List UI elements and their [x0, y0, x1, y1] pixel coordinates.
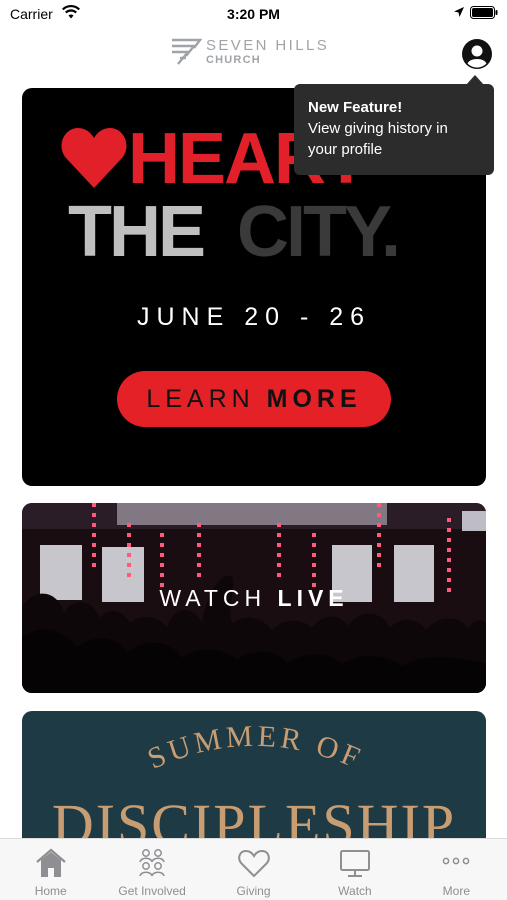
tab-watch[interactable]: Watch	[304, 839, 405, 900]
tooltip-text: View giving history in your profile	[308, 120, 448, 158]
tab-home[interactable]: Home	[0, 839, 101, 900]
tab-label: More	[442, 884, 470, 898]
tab-more[interactable]: More	[406, 839, 507, 900]
heart-icon	[61, 128, 127, 188]
svg-text:SUMMER OF: SUMMER OF	[143, 720, 368, 776]
ellipsis-icon	[442, 857, 470, 865]
brand-logo: SEVEN HILLS CHURCH	[170, 34, 345, 70]
learn-more-button[interactable]: LEARN MORE	[117, 371, 391, 427]
people-icon	[139, 849, 165, 877]
profile-button[interactable]	[462, 39, 492, 69]
stage-light	[92, 503, 96, 573]
tab-label: Watch	[338, 884, 372, 898]
learn-more-bold: MORE	[266, 385, 362, 413]
watch-live-bold: LIVE	[277, 585, 349, 611]
tab-get-involved[interactable]: Get Involved	[101, 839, 202, 900]
stage-screen	[117, 503, 387, 525]
tab-giving[interactable]: Giving	[203, 839, 304, 900]
the-word: THE	[68, 192, 206, 272]
city-word: CITY.	[237, 192, 401, 272]
heart-outline-icon	[237, 849, 270, 878]
learn-more-light: LEARN	[146, 385, 267, 413]
watch-live-label: WATCH LIVE	[22, 585, 486, 612]
event-dates: JUNE 20 - 26	[136, 303, 372, 331]
location-arrow-icon	[454, 7, 464, 17]
battery-icon	[470, 6, 498, 19]
seven-hills-logo-icon	[172, 38, 202, 65]
tooltip-title: New Feature!	[308, 99, 403, 116]
tab-label: Home	[34, 884, 67, 898]
watch-live-card[interactable]: WATCH LIVE	[22, 503, 486, 693]
tab-label: Get Involved	[118, 884, 186, 898]
person-circle-icon	[463, 40, 491, 68]
tab-bar: Home Get Involved Giving Watch More	[0, 838, 507, 900]
stage-screen	[462, 511, 486, 531]
monitor-icon	[339, 850, 370, 877]
brand-subtitle: CHURCH	[206, 54, 261, 66]
tab-label: Giving	[236, 884, 271, 898]
status-bar: Carrier 3:20 PM	[0, 0, 507, 28]
summer-of-text: SUMMER OF	[143, 720, 364, 776]
watch-live-light: WATCH	[159, 585, 278, 611]
new-feature-tooltip[interactable]: New Feature! View giving history in your…	[294, 75, 494, 175]
brand-name: SEVEN HILLS	[206, 37, 330, 54]
stage-light	[377, 503, 381, 573]
home-icon	[35, 848, 66, 877]
clock: 3:20 PM	[227, 6, 280, 22]
